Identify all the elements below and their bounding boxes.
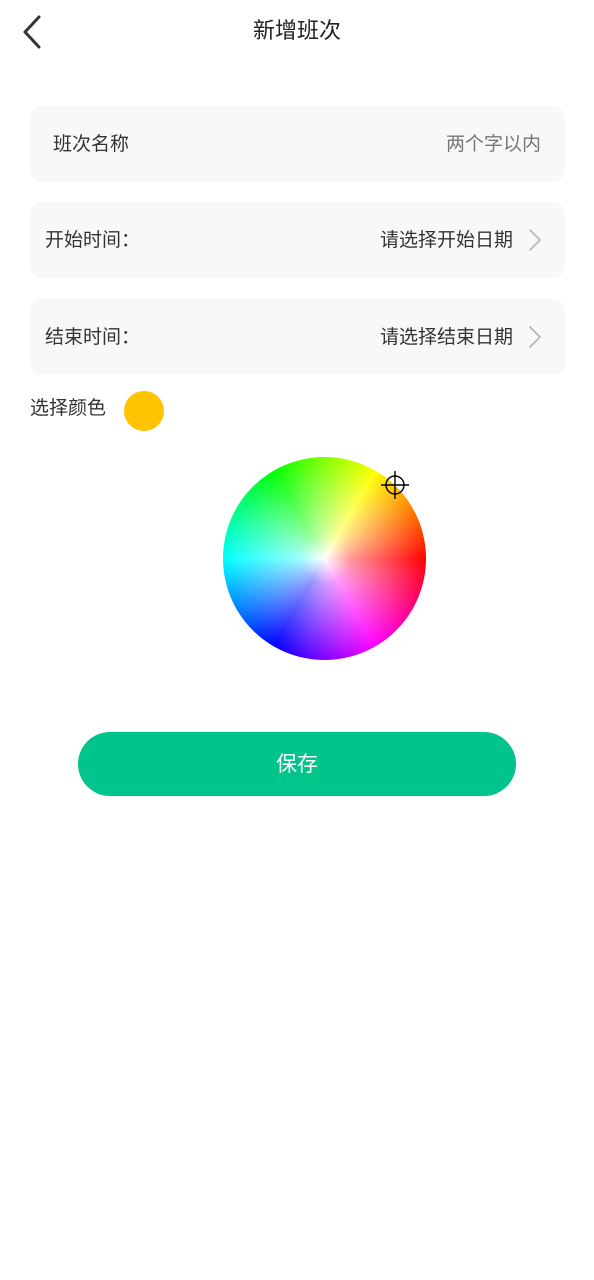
selected-color-swatch xyxy=(124,391,164,431)
color-label: 选择颜色 xyxy=(30,397,107,419)
chevron-right-icon xyxy=(529,229,541,251)
shift-name-input[interactable] xyxy=(281,126,541,162)
start-time-label: 开始时间： xyxy=(45,229,141,251)
end-time-label: 结束时间： xyxy=(45,326,141,348)
chevron-right-icon xyxy=(529,326,541,348)
shift-name-label: 班次名称 xyxy=(53,133,130,155)
save-button[interactable]: 保存 xyxy=(78,732,516,796)
page-title: 新增班次 xyxy=(252,19,341,44)
shift-name-row[interactable]: 班次名称 xyxy=(30,106,565,182)
start-time-row[interactable]: 开始时间： 请选择开始日期 xyxy=(30,202,565,278)
crosshair-icon[interactable] xyxy=(381,471,409,499)
end-time-value: 请选择结束日期 xyxy=(379,326,513,348)
start-time-value: 请选择开始日期 xyxy=(379,229,513,251)
header: 新增班次 xyxy=(0,0,594,64)
end-time-row[interactable]: 结束时间： 请选择结束日期 xyxy=(30,299,565,375)
